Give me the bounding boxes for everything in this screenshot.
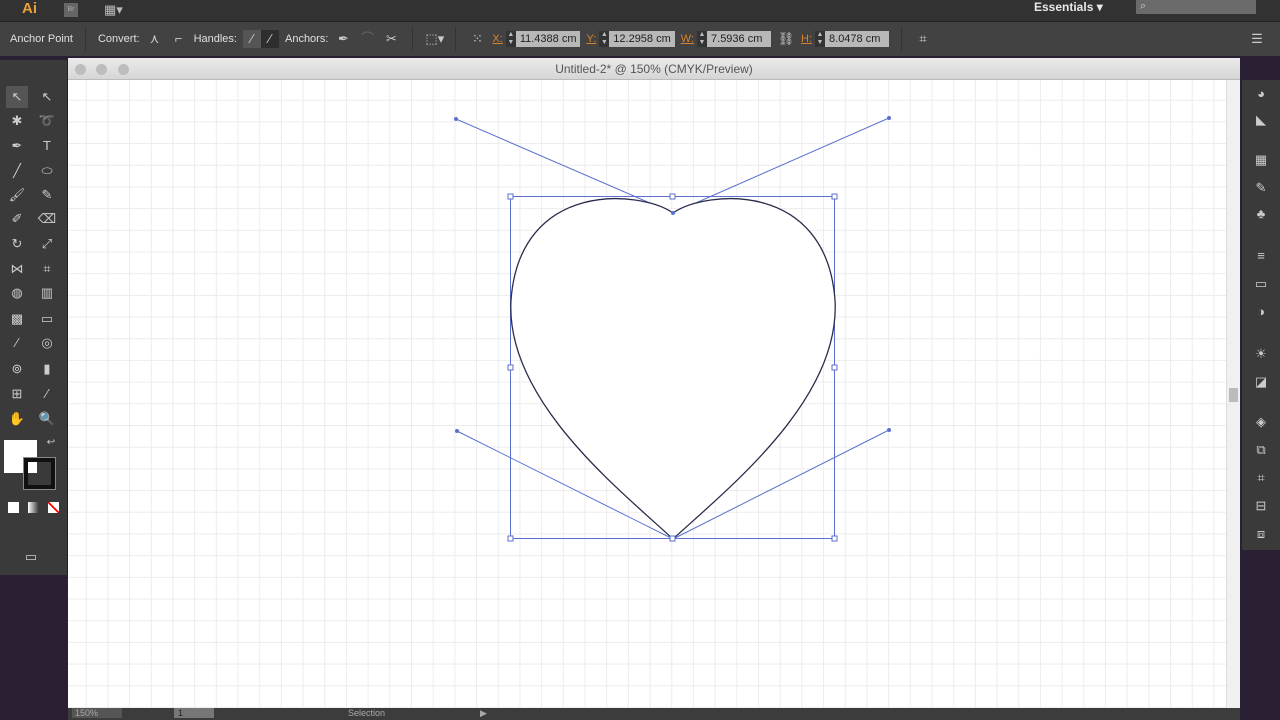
handle-line — [456, 119, 673, 213]
align-icon[interactable]: ⊟ — [1252, 498, 1270, 516]
right-panel-dock: ◕ ◣ ▦ ✎ ♣ ≡ ▭ ◑ ☀ ◪ ◈ ⧉ ⌗ ⊟ ⧈ — [1242, 80, 1280, 550]
transparency-icon[interactable]: ◑ — [1252, 304, 1270, 322]
gradient-icon[interactable]: ▭ — [1252, 276, 1270, 294]
heart-path — [511, 199, 835, 539]
color-guide-icon[interactable]: ◣ — [1252, 112, 1270, 130]
graphic-styles-icon[interactable]: ◪ — [1252, 374, 1270, 392]
appearance-icon[interactable]: ☀ — [1252, 346, 1270, 364]
swatches-icon[interactable]: ▦ — [1252, 152, 1270, 170]
stroke-icon[interactable]: ≡ — [1252, 248, 1270, 266]
artboards-icon[interactable]: ⧉ — [1252, 442, 1270, 460]
pathfinder-icon[interactable]: ⧈ — [1252, 526, 1270, 544]
heart-artwork[interactable] — [0, 0, 1280, 720]
symbols-icon[interactable]: ♣ — [1252, 206, 1270, 224]
handle-line — [673, 118, 889, 213]
layers-icon[interactable]: ◈ — [1252, 414, 1270, 432]
color-panel-icon[interactable]: ◕ — [1252, 86, 1270, 104]
transform-panel-icon[interactable]: ⌗ — [1252, 470, 1270, 488]
brushes-icon[interactable]: ✎ — [1252, 180, 1270, 198]
